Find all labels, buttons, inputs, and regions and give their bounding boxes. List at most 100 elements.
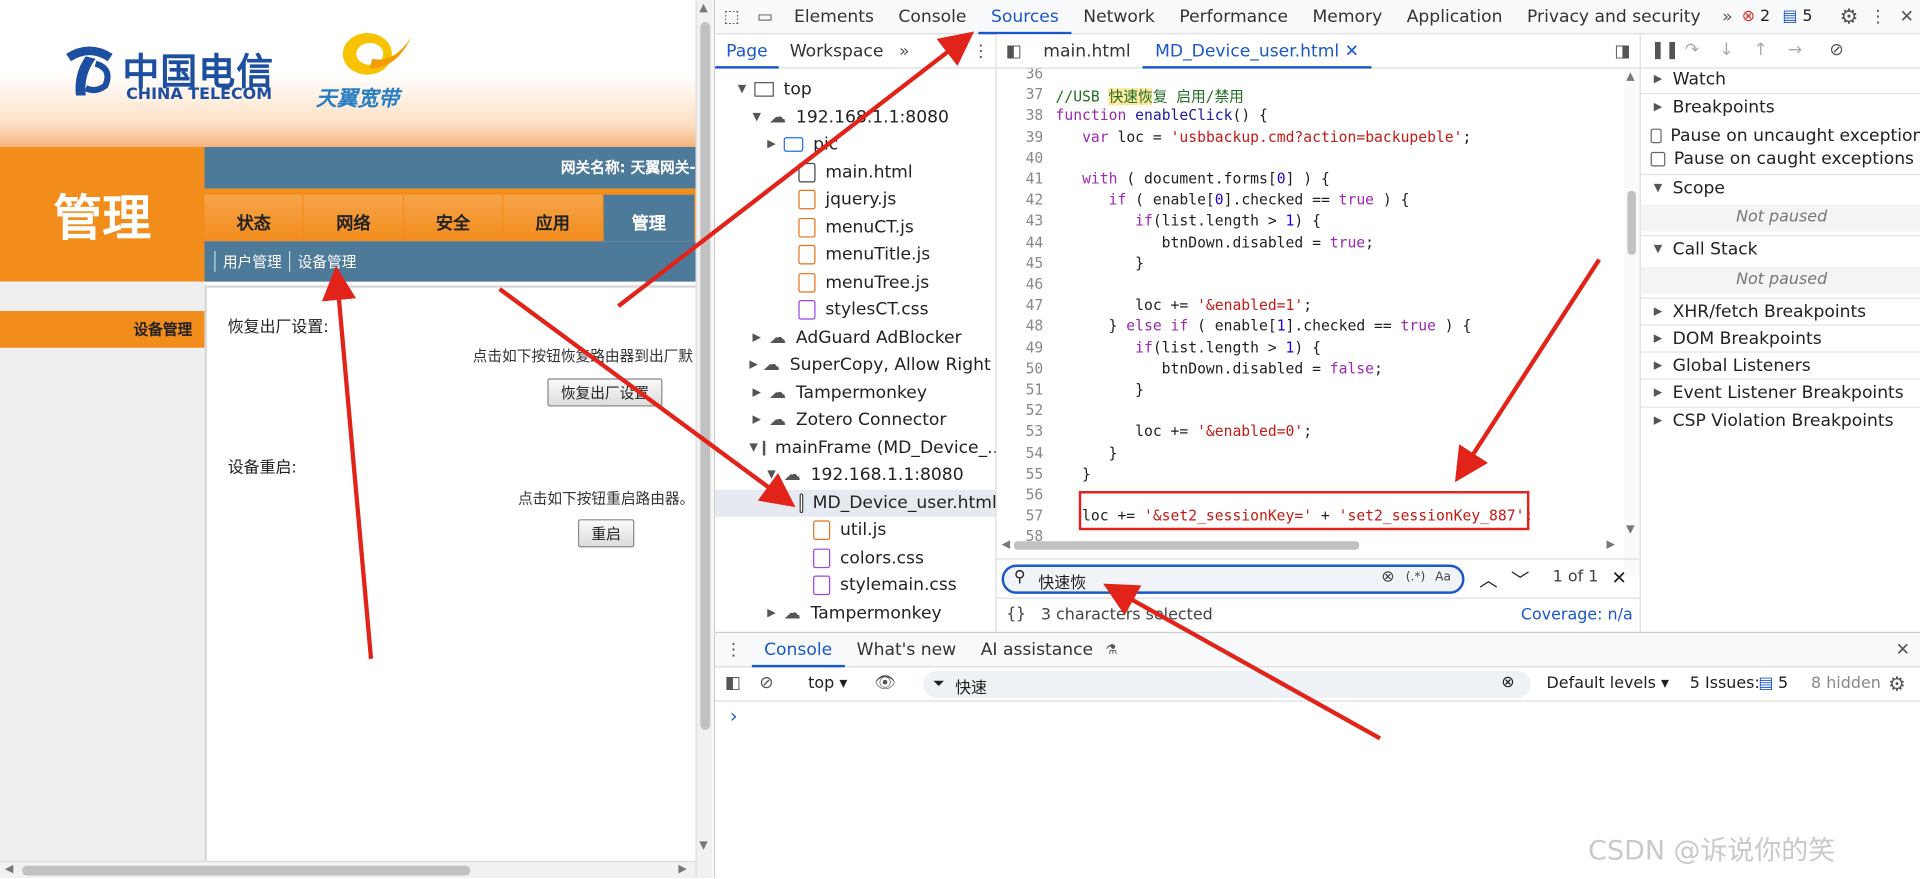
inspect-element-icon[interactable]: ⬚ — [715, 7, 748, 27]
issues-badge-count[interactable]: 5 — [1778, 675, 1788, 693]
watch-pane-header[interactable]: ▶ Watch — [1641, 66, 1920, 93]
editor-hscroll-thumb[interactable] — [1013, 541, 1360, 550]
console-prompt[interactable]: › — [730, 704, 738, 727]
regex-toggle[interactable]: (.*) — [1406, 571, 1426, 584]
tree-item[interactable]: main.html — [715, 159, 995, 186]
live-expression-eye-icon[interactable]: 👁 — [874, 673, 896, 693]
tree-item[interactable]: colors.css — [715, 544, 995, 571]
settings-gear-icon[interactable]: ⚙ — [1835, 4, 1864, 28]
step-out-icon[interactable]: ↑ — [1753, 40, 1767, 60]
scroll-down-icon[interactable]: ▼ — [699, 840, 707, 852]
line-number[interactable]: 52 — [997, 402, 1044, 419]
code-line[interactable]: //USB 快速恢复 启用/禁用 — [1056, 86, 1244, 107]
line-number[interactable]: 48 — [997, 318, 1044, 335]
tree-item[interactable]: ▶ ☁ AdGuard AdBlocker — [715, 324, 995, 351]
editor-scroll-down-icon[interactable]: ▼ — [1626, 524, 1634, 536]
drawer-tab-ai-assistance[interactable]: AI assistance — [968, 632, 1105, 666]
router-tab-manage[interactable]: 管理 — [603, 194, 695, 242]
deactivate-breakpoints-icon[interactable]: ⊘ — [1829, 40, 1843, 60]
router-vscroll-thumb[interactable] — [700, 22, 711, 730]
code-line[interactable]: var loc = 'usbbackup.cmd?action=backupeb… — [1056, 128, 1471, 145]
console-filter[interactable]: ⏷ 快速 ⊗ — [923, 671, 1531, 698]
line-number[interactable]: 36 — [997, 69, 1044, 82]
editor-tab-main-html[interactable]: main.html — [1031, 34, 1143, 68]
router-tab-apps[interactable]: 应用 — [503, 194, 602, 242]
router-horizontal-scrollbar[interactable]: ◀ ▶ — [0, 860, 696, 878]
code-line[interactable]: btnDown.disabled = true; — [1056, 233, 1374, 250]
tab-privacy-security[interactable]: Privacy and security — [1515, 0, 1713, 34]
chevron-down-icon[interactable]: ▼ — [749, 111, 764, 123]
tree-item[interactable]: ▼ ☁ 192.168.1.1:8080 — [715, 103, 995, 130]
xhr-breakpoints-header[interactable]: ▶ XHR/fetch Breakpoints — [1640, 297, 1920, 325]
nav-tab-workspace[interactable]: Workspace — [779, 34, 895, 68]
router-tab-security[interactable]: 安全 — [403, 194, 503, 242]
issues-badge-icon[interactable]: ▤ — [1758, 675, 1773, 693]
code-line[interactable]: } — [1056, 381, 1144, 398]
toggle-navigator-icon[interactable]: ◧ — [997, 41, 1031, 61]
line-number[interactable]: 37 — [997, 86, 1044, 103]
drawer-menu-icon[interactable]: ⋮ — [715, 640, 752, 660]
tree-item[interactable]: menuTitle.js — [715, 241, 995, 268]
sidebar-item-device-manage[interactable]: 设备管理 — [0, 311, 205, 348]
tree-item[interactable]: ▼ mainFrame (MD_Device_... — [715, 434, 995, 461]
issue-count[interactable]: 5 — [1802, 7, 1812, 25]
device-toolbar-icon[interactable]: ▭ — [748, 7, 781, 27]
pause-caught-checkbox[interactable]: Pause on caught exceptions — [1650, 147, 1920, 171]
global-listeners-header[interactable]: ▶ Global Listeners — [1640, 351, 1920, 378]
search-input[interactable]: 快速恢 — [1038, 569, 1086, 592]
chevron-down-icon[interactable]: ▼ — [749, 441, 757, 453]
tree-item[interactable]: ▼ top — [715, 76, 995, 103]
editor-tab-md-device-user[interactable]: MD_Device_user.html ✕ — [1142, 34, 1372, 68]
chevron-right-icon[interactable]: ▶ — [749, 359, 757, 371]
code-line[interactable]: if(list.length > 1) { — [1056, 212, 1321, 229]
pause-uncaught-checkbox[interactable]: Pause on uncaught exceptions — [1650, 124, 1920, 148]
log-levels-dropdown[interactable]: Default levels ▾ — [1547, 675, 1669, 693]
more-nav-tabs-icon[interactable]: » — [894, 41, 914, 61]
clear-filter-icon[interactable]: ⊗ — [1501, 673, 1514, 691]
code-line[interactable]: with ( document.forms[0] ) { — [1056, 170, 1330, 187]
checkbox-box[interactable] — [1650, 128, 1662, 144]
line-number[interactable]: 55 — [997, 465, 1044, 482]
checkbox-box[interactable] — [1650, 151, 1666, 167]
subnav-user-manage[interactable]: 用户管理 — [214, 251, 289, 272]
callstack-pane-header[interactable]: ▼ Call Stack — [1640, 235, 1920, 262]
code-line[interactable]: loc += '&enabled=0'; — [1056, 423, 1312, 440]
router-tab-status[interactable]: 状态 — [204, 194, 303, 242]
chevron-right-icon[interactable]: ▶ — [764, 607, 779, 619]
navigator-menu-icon[interactable]: ⋮ — [965, 41, 996, 61]
tab-application[interactable]: Application — [1394, 0, 1514, 34]
nav-tab-page[interactable]: Page — [715, 34, 779, 68]
router-tab-network[interactable]: 网络 — [304, 194, 403, 242]
chevron-right-icon[interactable]: ▶ — [764, 138, 779, 150]
line-number[interactable]: 46 — [997, 276, 1044, 293]
drawer-tab-console[interactable]: Console — [751, 632, 845, 667]
scroll-right-icon[interactable]: ▶ — [678, 863, 686, 875]
chevron-right-icon[interactable]: ▶ — [749, 414, 764, 426]
clear-console-icon[interactable]: ⊘ — [759, 673, 773, 693]
tree-item[interactable]: ▼ ☁ 192.168.1.1:8080 — [715, 462, 995, 489]
context-selector[interactable]: top ▾ — [808, 675, 847, 693]
line-number[interactable]: 57 — [997, 507, 1044, 524]
csp-breakpoints-header[interactable]: ▶ CSP Violation Breakpoints — [1640, 406, 1920, 434]
subnav-device-manage[interactable]: 设备管理 — [289, 251, 364, 272]
factory-reset-button[interactable]: 恢复出厂设置 — [547, 378, 663, 407]
chevron-right-icon[interactable]: ▶ — [749, 386, 764, 398]
line-number[interactable]: 42 — [997, 191, 1044, 208]
line-number[interactable]: 56 — [997, 486, 1044, 503]
code-line[interactable]: btnDown.disabled = false; — [1056, 360, 1383, 377]
search-box[interactable]: ⚲ 快速恢 ⊗ (.*) Aa — [1001, 564, 1465, 594]
chevron-right-icon[interactable]: ▶ — [749, 331, 764, 343]
line-number[interactable]: 49 — [997, 339, 1044, 356]
tree-item[interactable]: stylesCT.css — [715, 296, 995, 323]
issues-icon[interactable]: ▤ — [1782, 7, 1797, 25]
close-search-icon[interactable]: ✕ — [1611, 567, 1626, 589]
close-tab-icon[interactable]: ✕ — [1345, 41, 1359, 61]
editor-vertical-scrollbar[interactable]: ▲ ▼ — [1623, 68, 1640, 576]
close-devtools-icon[interactable]: ✕ — [1892, 7, 1920, 27]
step-over-icon[interactable]: ↷ — [1685, 40, 1699, 60]
editor-scroll-left-icon[interactable]: ◀ — [1002, 539, 1010, 551]
chevron-down-icon[interactable]: ▼ — [735, 83, 750, 95]
reboot-button[interactable]: 重启 — [577, 519, 635, 548]
tab-performance[interactable]: Performance — [1167, 0, 1300, 34]
code-line[interactable]: if ( enable[0].checked == true ) { — [1056, 191, 1410, 208]
